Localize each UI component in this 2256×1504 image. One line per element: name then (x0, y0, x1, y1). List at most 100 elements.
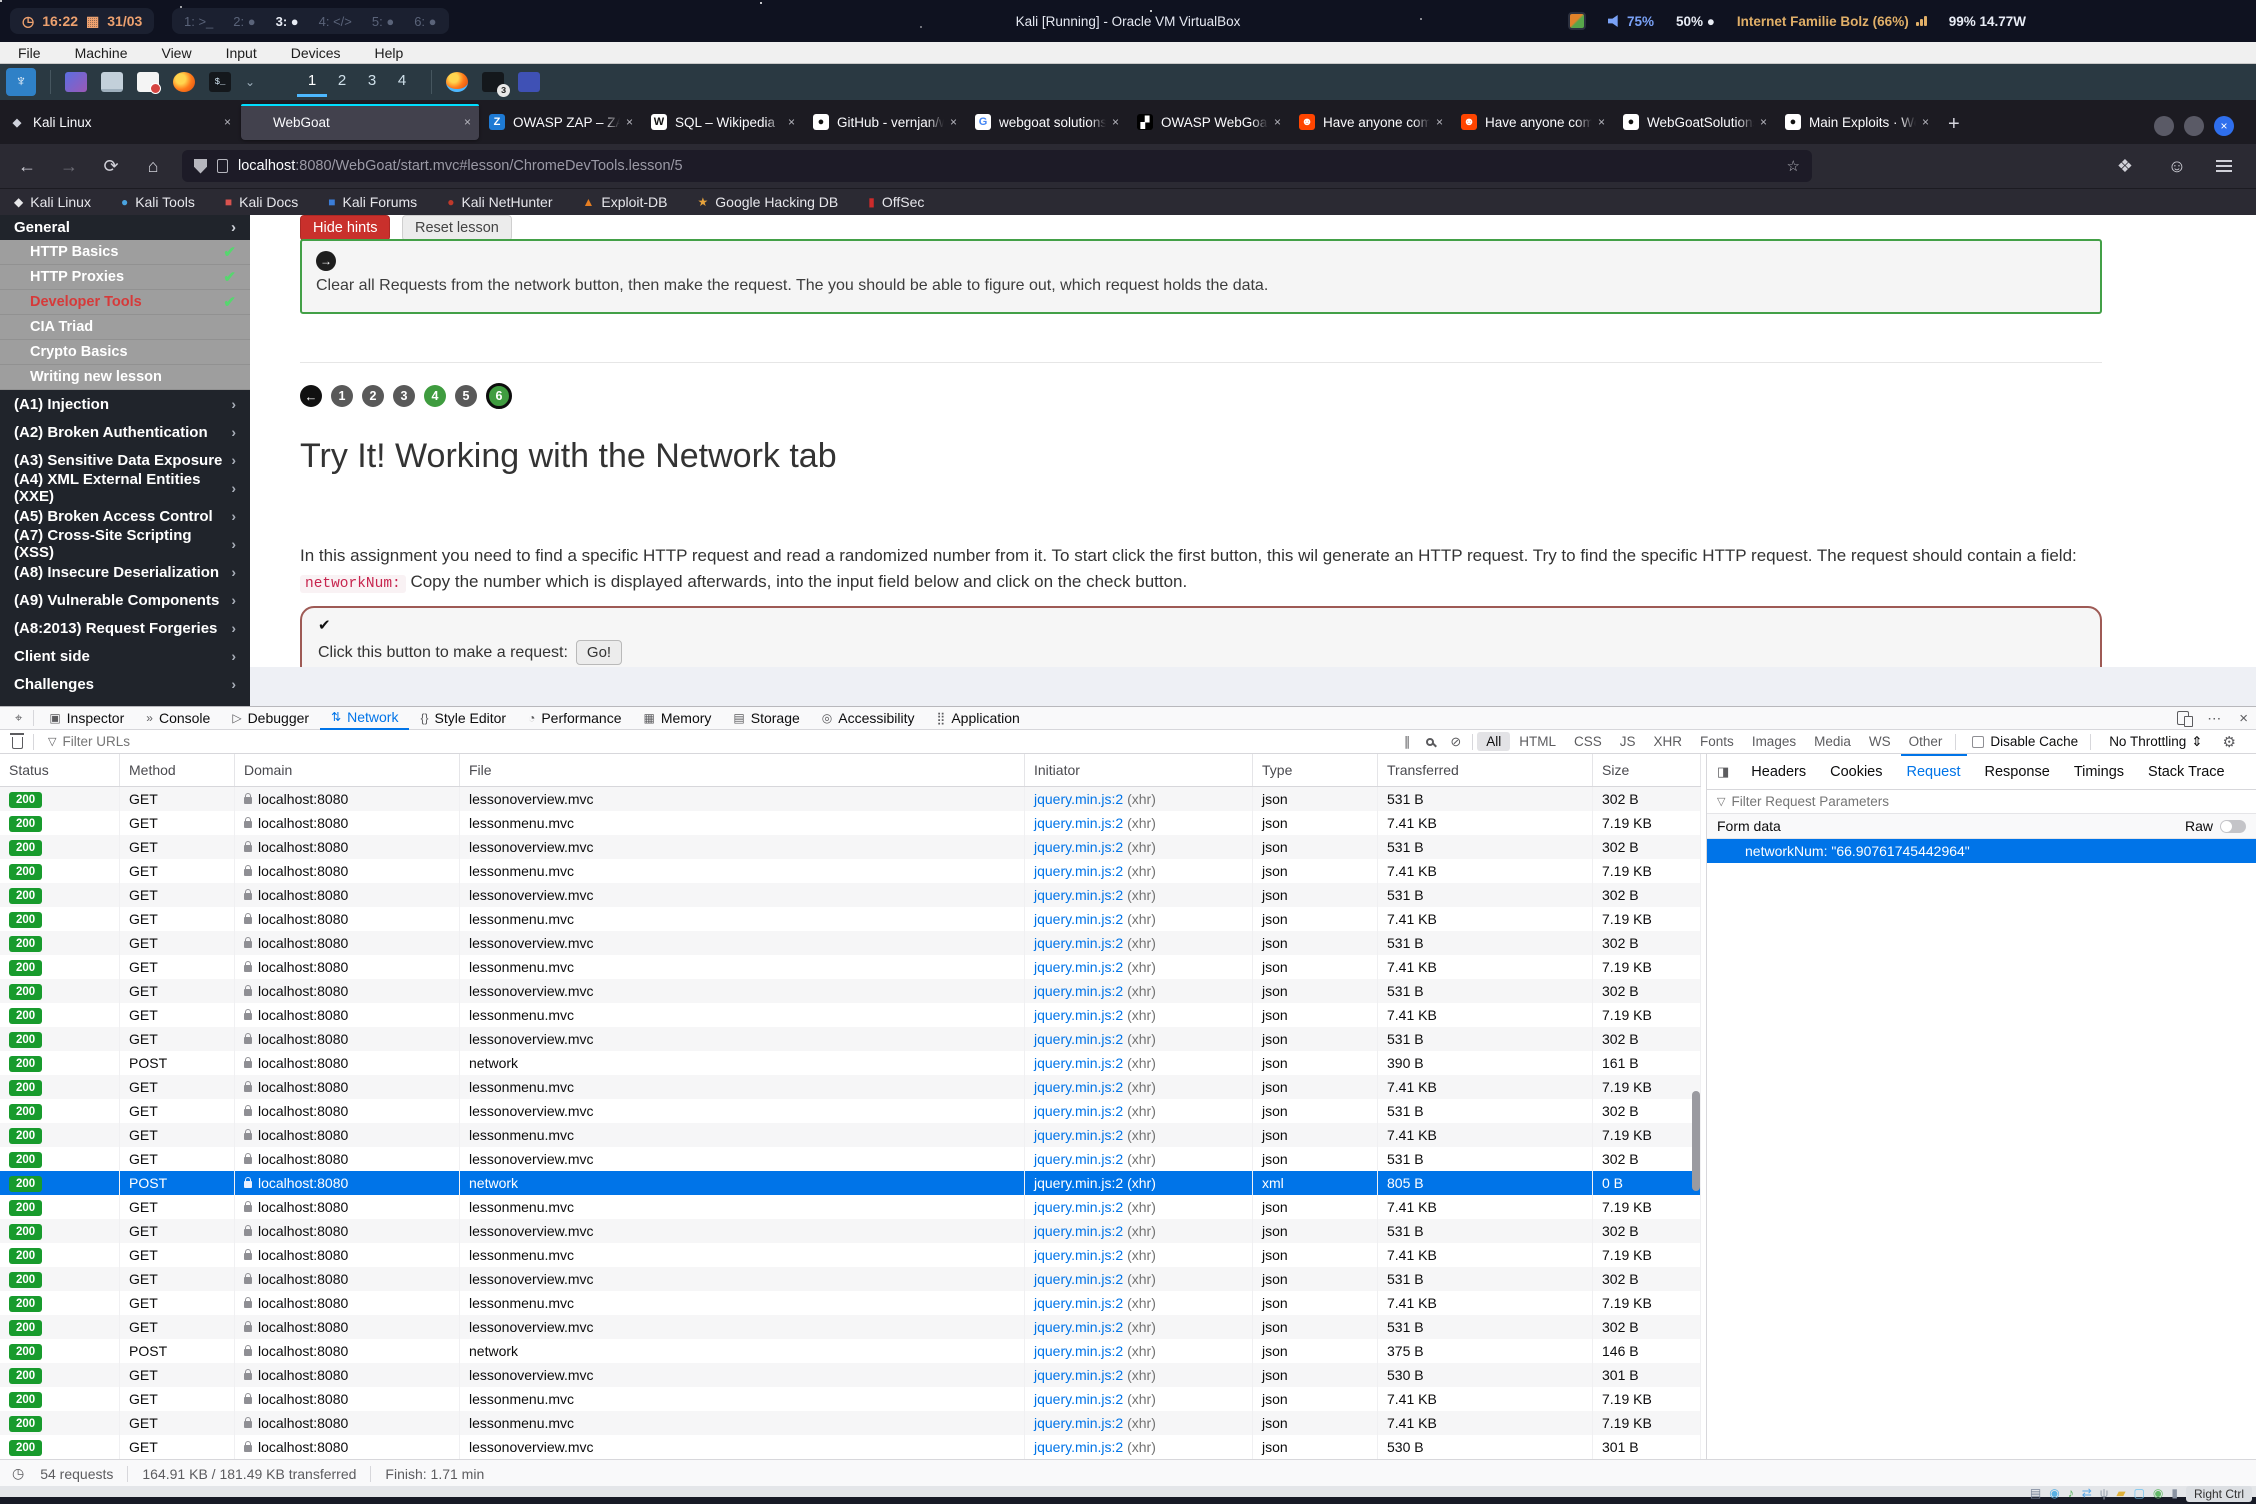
type-filter-button[interactable]: All (1477, 732, 1510, 751)
mouse-integration-icon[interactable]: ▮ (2171, 1485, 2178, 1502)
workspace-indicator[interactable]: 6: ● (414, 14, 436, 29)
new-tab-button[interactable]: + (1948, 113, 1960, 136)
workspace-indicator[interactable]: 3: ● (276, 14, 299, 29)
request-row[interactable]: 200 GET localhost:8080 lessonmenu.mvc jq… (0, 1003, 1701, 1027)
request-row[interactable]: 200 GET localhost:8080 lessonoverview.mv… (0, 931, 1701, 955)
bookmark-item[interactable]: ▮ OffSec (868, 194, 924, 210)
initiator-link[interactable]: jquery.min.js:2 (1034, 1295, 1123, 1311)
type-filter-button[interactable]: Images (1743, 732, 1805, 751)
power-indicator[interactable]: 99% 14.77W (1949, 14, 2026, 29)
bookmark-item[interactable]: ● Kali NetHunter (447, 194, 552, 210)
request-row[interactable]: 200 GET localhost:8080 lessonmenu.mvc jq… (0, 811, 1701, 835)
tab-close-icon[interactable]: × (788, 115, 795, 129)
filter-request-parameters-input[interactable] (1731, 794, 2011, 809)
sidebar-category[interactable]: (A9) Vulnerable Components › (0, 586, 250, 614)
column-header[interactable]: Type (1253, 754, 1378, 786)
request-row[interactable]: 200 GET localhost:8080 lessonmenu.mvc jq… (0, 955, 1701, 979)
request-row[interactable]: 200 POST localhost:8080 network jquery.m… (0, 1339, 1701, 1363)
raw-toggle[interactable] (2220, 820, 2246, 833)
details-tab[interactable]: Cookies (1818, 754, 1894, 790)
sidebar-category[interactable]: (A4) XML External Entities (XXE) › (0, 474, 250, 502)
request-row[interactable]: 200 GET localhost:8080 lessonoverview.mv… (0, 1435, 1701, 1459)
column-header[interactable]: Status (0, 754, 120, 786)
request-row[interactable]: 200 GET localhost:8080 lessonmenu.mvc jq… (0, 1243, 1701, 1267)
request-row[interactable]: 200 GET localhost:8080 lessonmenu.mvc jq… (0, 907, 1701, 931)
page-number-button[interactable]: 6 (486, 383, 512, 409)
browser-tab[interactable]: ☻ Have anyone comple × (1291, 104, 1451, 140)
browser-tab[interactable]: ▞ OWASP WebGoat: G × (1129, 104, 1289, 140)
request-row[interactable]: 200 GET localhost:8080 lessonoverview.mv… (0, 1147, 1701, 1171)
sidebar-category[interactable]: (A3) Sensitive Data Exposure › (0, 446, 250, 474)
browser-tab[interactable]: WebGoat × (241, 104, 479, 140)
page-back-icon[interactable]: ← (300, 385, 322, 407)
menu-hamburger-icon[interactable] (2216, 160, 2232, 172)
initiator-link[interactable]: jquery.min.js:2 (1034, 1031, 1123, 1047)
terminal-window-button[interactable]: 3 (482, 72, 504, 92)
browser-tab[interactable]: ● GitHub - vernjan/we × (805, 104, 965, 140)
home-button[interactable]: ⌂ (140, 156, 166, 177)
type-filter-button[interactable]: Fonts (1691, 732, 1743, 751)
reset-lesson-button[interactable]: Reset lesson (402, 215, 512, 241)
go-button[interactable]: Go! (576, 640, 622, 665)
firefox-launcher-icon[interactable] (173, 72, 195, 92)
page-number-button[interactable]: 4 (424, 385, 446, 407)
tab-close-icon[interactable]: × (224, 115, 231, 129)
request-row[interactable]: 200 GET localhost:8080 lessonmenu.mvc jq… (0, 1195, 1701, 1219)
sidebar-lesson-item[interactable]: Crypto Basics ✔ (0, 340, 250, 365)
initiator-link[interactable]: jquery.min.js:2 (1034, 1175, 1123, 1191)
audio-icon[interactable]: ♪ (2068, 1485, 2074, 1502)
optical-disk-icon[interactable]: ◉ (2049, 1485, 2059, 1502)
browser-tab[interactable]: W SQL – Wikipedia × (643, 104, 803, 140)
menu-item[interactable]: View (161, 45, 191, 61)
details-tab[interactable]: Stack Trace (2136, 754, 2237, 790)
browser-tab[interactable]: ● Main Exploits · WebG × (1777, 104, 1937, 140)
devtools-tool-tab[interactable]: ⣿ Application (926, 707, 1031, 730)
initiator-link[interactable]: jquery.min.js:2 (1034, 1127, 1123, 1143)
tab-close-icon[interactable]: × (626, 115, 633, 129)
node-picker-icon[interactable]: ⌖ (8, 710, 29, 726)
type-filter-button[interactable]: CSS (1565, 732, 1611, 751)
initiator-link[interactable]: jquery.min.js:2 (1034, 1439, 1123, 1455)
devtools-tool-tab[interactable]: ▤ Storage (722, 707, 810, 730)
display-icon[interactable]: ▢ (2134, 1485, 2145, 1502)
tab-close-icon[interactable]: × (1760, 115, 1767, 129)
request-row[interactable]: 200 GET localhost:8080 lessonoverview.mv… (0, 1315, 1701, 1339)
close-button[interactable]: × (2214, 116, 2234, 136)
form-data-section-header[interactable]: Form data Raw (1707, 814, 2256, 839)
menu-item[interactable]: Help (375, 45, 404, 61)
type-filter-button[interactable]: Media (1805, 732, 1860, 751)
menu-item[interactable]: File (18, 45, 41, 61)
bookmark-item[interactable]: ■ Kali Forums (328, 194, 417, 210)
recording-icon[interactable]: ◉ (2153, 1485, 2163, 1502)
bookmark-item[interactable]: ★ Google Hacking DB (698, 194, 839, 210)
request-row[interactable]: 200 GET localhost:8080 lessonoverview.mv… (0, 979, 1701, 1003)
sidebar-category[interactable]: (A7) Cross-Site Scripting (XSS) › (0, 530, 250, 558)
type-filter-button[interactable]: HTML (1510, 732, 1565, 751)
meatball-menu-icon[interactable]: ⋯ (2207, 710, 2221, 727)
request-row[interactable]: 200 GET localhost:8080 lessonoverview.mv… (0, 787, 1701, 811)
workspace-number[interactable]: 1 (297, 67, 327, 97)
initiator-link[interactable]: jquery.min.js:2 (1034, 1055, 1123, 1071)
expand-panel-icon[interactable]: ◨ (1707, 764, 1739, 780)
initiator-link[interactable]: jquery.min.js:2 (1034, 887, 1123, 903)
initiator-link[interactable]: jquery.min.js:2 (1034, 1103, 1123, 1119)
page-number-button[interactable]: 5 (455, 385, 477, 407)
initiator-link[interactable]: jquery.min.js:2 (1034, 839, 1123, 855)
sidebar-lesson-item[interactable]: HTTP Proxies ✔ (0, 265, 250, 290)
workspace-number[interactable]: 4 (387, 67, 417, 97)
devtools-tool-tab[interactable]: ◔ Performance (517, 707, 632, 730)
tab-close-icon[interactable]: × (950, 115, 957, 129)
text-editor-icon[interactable] (137, 72, 159, 92)
sidebar-category[interactable]: (A1) Injection › (0, 390, 250, 418)
stopwatch-icon[interactable]: ◷ (12, 1465, 24, 1482)
request-row[interactable]: 200 GET localhost:8080 lessonoverview.mv… (0, 1099, 1701, 1123)
minimize-button[interactable] (2154, 116, 2174, 136)
shared-folders-icon[interactable]: ▰ (2116, 1485, 2125, 1502)
bookmark-star-icon[interactable]: ☆ (1787, 157, 1800, 175)
initiator-link[interactable]: jquery.min.js:2 (1034, 1223, 1123, 1239)
initiator-link[interactable]: jquery.min.js:2 (1034, 1367, 1123, 1383)
column-header[interactable]: Transferred (1378, 754, 1593, 786)
page-number-button[interactable]: 1 (331, 385, 353, 407)
sidebar-lesson-item[interactable]: Developer Tools ✔ (0, 290, 250, 315)
workspace-indicator[interactable]: 2: ● (233, 14, 255, 29)
